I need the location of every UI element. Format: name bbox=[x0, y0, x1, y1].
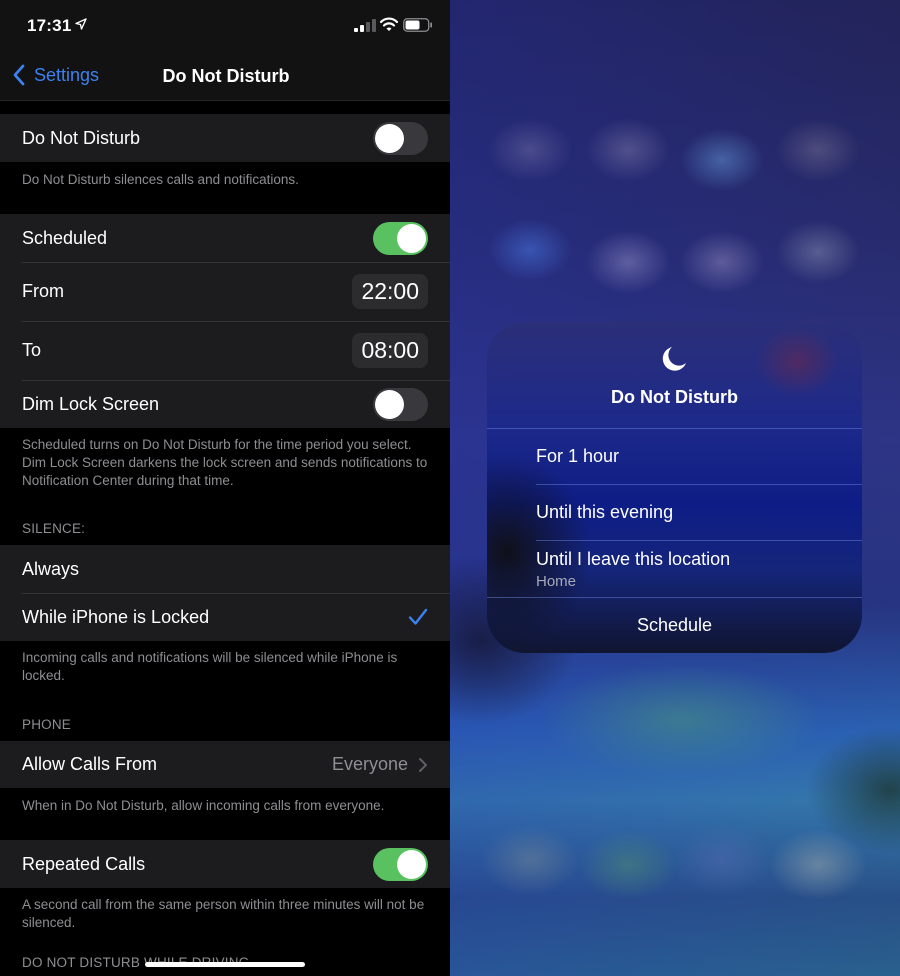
settings-screen: 17:31 Settings Do Not Disturb Do Not Dis… bbox=[0, 0, 450, 976]
silence-footer: Incoming calls and notifications will be… bbox=[22, 650, 398, 683]
to-row: To 08:00 bbox=[0, 321, 450, 380]
dnd-toggle[interactable] bbox=[373, 121, 428, 155]
dnd-option-sublabel: Home bbox=[536, 573, 577, 590]
schedule-footer: Scheduled turns on Do Not Disturb for th… bbox=[22, 437, 428, 488]
dnd-option-label: Until this evening bbox=[536, 502, 674, 522]
cellular-signal-icon bbox=[354, 19, 376, 32]
repeated-calls-group: Repeated Calls bbox=[0, 840, 450, 888]
repeated-calls-label: Repeated Calls bbox=[22, 853, 146, 874]
dim-lock-screen-toggle[interactable] bbox=[373, 387, 428, 421]
dnd-option-label: For 1 hour bbox=[536, 446, 620, 466]
dnd-option-1-hour[interactable]: For 1 hour bbox=[487, 428, 862, 484]
from-label: From bbox=[22, 281, 64, 301]
scheduled-row: Scheduled bbox=[0, 214, 450, 262]
home-indicator[interactable] bbox=[145, 962, 305, 967]
from-row: From 22:00 bbox=[0, 262, 450, 321]
dnd-group: Do Not Disturb bbox=[0, 114, 450, 162]
moon-icon bbox=[662, 347, 686, 371]
repeated-calls-row: Repeated Calls bbox=[0, 840, 450, 888]
battery-icon bbox=[403, 18, 432, 32]
dnd-option-label: Until I leave this location bbox=[536, 549, 731, 569]
allow-calls-value: Everyone bbox=[331, 754, 408, 774]
dnd-schedule-label: Schedule bbox=[636, 615, 713, 635]
status-time: 17:31 bbox=[27, 16, 72, 35]
dnd-menu-header: Do Not Disturb bbox=[487, 322, 862, 428]
allow-calls-row[interactable]: Allow Calls From Everyone bbox=[0, 741, 450, 788]
toggle-knob bbox=[375, 389, 404, 419]
silence-always-row[interactable]: Always bbox=[0, 545, 450, 593]
allow-calls-label: Allow Calls From bbox=[22, 754, 158, 774]
silence-locked-label: While iPhone is Locked bbox=[22, 606, 210, 627]
blurred-home-screen: Do Not Disturb For 1 hour Until this eve… bbox=[450, 0, 900, 976]
dim-lock-screen-row: Dim Lock Screen bbox=[0, 380, 450, 428]
dnd-schedule-button[interactable]: Schedule bbox=[487, 597, 862, 653]
page-title: Do Not Disturb bbox=[162, 66, 290, 86]
divider bbox=[536, 540, 862, 541]
status-bar: 17:31 bbox=[0, 0, 450, 54]
divider bbox=[487, 428, 862, 429]
dnd-quick-menu: Do Not Disturb For 1 hour Until this eve… bbox=[487, 322, 862, 653]
to-time-picker[interactable]: 08:00 bbox=[352, 333, 428, 368]
scheduled-toggle[interactable] bbox=[373, 221, 428, 255]
allow-calls-group: Allow Calls From Everyone bbox=[0, 741, 450, 788]
toggle-knob bbox=[397, 849, 426, 879]
divider bbox=[536, 484, 862, 485]
repeated-calls-footer: A second call from the same person withi… bbox=[22, 897, 425, 930]
silence-locked-row[interactable]: While iPhone is Locked bbox=[0, 593, 450, 641]
schedule-group: Scheduled From 22:00 To 08:00 Dim Lock S… bbox=[0, 214, 450, 428]
repeated-calls-toggle[interactable] bbox=[373, 847, 428, 881]
toggle-knob bbox=[397, 223, 426, 253]
to-label: To bbox=[22, 340, 42, 360]
phone-header: PHONE bbox=[22, 717, 72, 732]
dnd-footer: Do Not Disturb silences calls and notifi… bbox=[22, 172, 299, 187]
navigation-bar: Settings Do Not Disturb bbox=[0, 54, 450, 101]
wifi-icon bbox=[380, 17, 398, 31]
divider bbox=[487, 597, 862, 598]
dnd-label: Do Not Disturb bbox=[22, 127, 141, 148]
dnd-menu-title: Do Not Disturb bbox=[611, 387, 738, 407]
checkmark-icon bbox=[408, 608, 428, 625]
from-time-picker[interactable]: 22:00 bbox=[352, 274, 428, 309]
silence-group: Always While iPhone is Locked bbox=[0, 545, 450, 641]
silence-always-label: Always bbox=[22, 558, 80, 579]
silence-header: SILENCE: bbox=[22, 521, 86, 536]
toggle-knob bbox=[375, 123, 404, 153]
dim-lock-screen-label: Dim Lock Screen bbox=[22, 393, 160, 414]
dnd-row: Do Not Disturb bbox=[0, 114, 450, 162]
allow-calls-footer: When in Do Not Disturb, allow incoming c… bbox=[22, 798, 385, 813]
dnd-option-until-evening[interactable]: Until this evening bbox=[487, 484, 862, 540]
dnd-option-until-leave-location[interactable]: Until I leave this location Home bbox=[487, 540, 862, 597]
chevron-right-icon bbox=[419, 757, 427, 772]
scheduled-label: Scheduled bbox=[22, 227, 108, 248]
location-arrow-icon bbox=[75, 18, 87, 30]
